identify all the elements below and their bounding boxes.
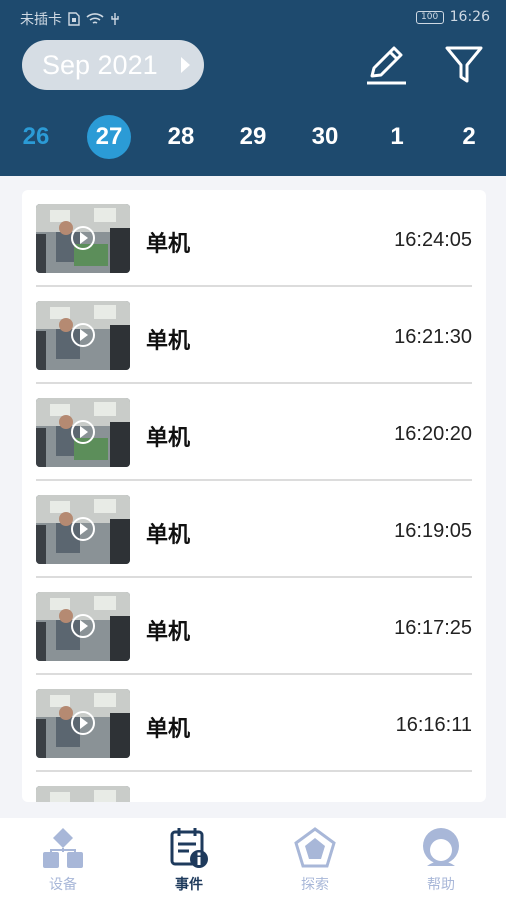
event-row-partial[interactable] bbox=[36, 772, 472, 802]
day-27-selected[interactable]: 27 bbox=[87, 115, 131, 159]
video-thumbnail bbox=[36, 398, 130, 467]
event-title: 单机 bbox=[146, 426, 191, 451]
event-row[interactable]: 单机 16:16:11 bbox=[36, 675, 472, 772]
day-28[interactable]: 28 bbox=[159, 115, 203, 159]
day-29[interactable]: 29 bbox=[231, 115, 275, 159]
event-row[interactable]: 单机 16:24:05 bbox=[36, 190, 472, 287]
filter-button[interactable] bbox=[444, 44, 484, 86]
day-30[interactable]: 30 bbox=[303, 115, 347, 159]
usb-icon bbox=[111, 13, 119, 25]
video-thumbnail bbox=[36, 204, 130, 273]
month-selector[interactable]: Sep 2021 bbox=[22, 40, 204, 90]
edit-button[interactable] bbox=[364, 42, 408, 88]
tab-explore[interactable]: 探索 bbox=[252, 818, 378, 900]
help-person-icon bbox=[423, 828, 459, 866]
event-time: 16:16:11 bbox=[395, 714, 472, 736]
day-1[interactable]: 1 bbox=[375, 115, 419, 159]
device-icon bbox=[43, 828, 83, 868]
tab-label: 设备 bbox=[49, 877, 77, 893]
bottom-tab-bar: 设备 事件 探索 帮助 bbox=[0, 818, 506, 900]
event-title: 单机 bbox=[146, 232, 191, 257]
day-26[interactable]: 26 bbox=[14, 115, 58, 159]
event-title: 单机 bbox=[146, 523, 191, 548]
status-left: 未插卡 bbox=[20, 9, 120, 29]
event-row[interactable]: 单机 16:17:25 bbox=[36, 578, 472, 675]
status-right: 100 16:26 bbox=[415, 9, 490, 25]
video-thumbnail bbox=[36, 495, 130, 564]
event-time: 16:17:25 bbox=[394, 617, 472, 639]
event-calendar-icon bbox=[170, 828, 208, 868]
tab-event[interactable]: 事件 bbox=[126, 818, 252, 900]
status-bar: 未插卡 100 16:26 bbox=[0, 0, 506, 34]
chevron-right-icon bbox=[181, 57, 190, 73]
tab-label: 事件 bbox=[175, 877, 203, 893]
tab-label: 探索 bbox=[301, 877, 329, 893]
battery-level: 100 bbox=[421, 11, 439, 22]
tab-device[interactable]: 设备 bbox=[0, 818, 126, 900]
video-thumbnail bbox=[36, 592, 130, 661]
event-title: 单机 bbox=[146, 329, 191, 354]
day-strip: 26 27 28 29 30 1 2 bbox=[0, 115, 506, 159]
video-thumbnail bbox=[36, 301, 130, 370]
event-time: 16:24:05 bbox=[394, 229, 472, 251]
event-row[interactable]: 单机 16:20:20 bbox=[36, 384, 472, 481]
tab-help[interactable]: 帮助 bbox=[378, 818, 504, 900]
event-row[interactable]: 单机 16:19:05 bbox=[36, 481, 472, 578]
event-list: 单机 16:24:05 单机 16:21:30 单机 16:20:20 单机 1… bbox=[22, 190, 486, 802]
sim-icon bbox=[68, 12, 80, 26]
event-time: 16:19:05 bbox=[394, 520, 472, 542]
battery-icon: 100 bbox=[415, 10, 444, 24]
month-label: Sep 2021 bbox=[42, 49, 158, 80]
event-time: 16:20:20 bbox=[394, 423, 472, 445]
event-row[interactable]: 单机 16:21:30 bbox=[36, 287, 472, 384]
explore-pentagon-icon bbox=[294, 827, 336, 868]
event-title: 单机 bbox=[146, 620, 191, 645]
event-time: 16:21:30 bbox=[394, 326, 472, 348]
tab-label: 帮助 bbox=[427, 877, 455, 893]
video-thumbnail bbox=[36, 689, 130, 758]
edit-pen-icon bbox=[367, 46, 406, 85]
header: 未插卡 100 16:26 Sep 2021 26 27 28 29 30 1 bbox=[0, 0, 506, 176]
filter-funnel-icon bbox=[445, 46, 483, 83]
event-title: 单机 bbox=[146, 717, 191, 742]
carrier-text: 未插卡 bbox=[20, 12, 62, 28]
clock: 16:26 bbox=[449, 9, 490, 25]
day-2[interactable]: 2 bbox=[447, 115, 491, 159]
wifi-icon bbox=[86, 13, 104, 24]
video-thumbnail bbox=[36, 786, 130, 802]
